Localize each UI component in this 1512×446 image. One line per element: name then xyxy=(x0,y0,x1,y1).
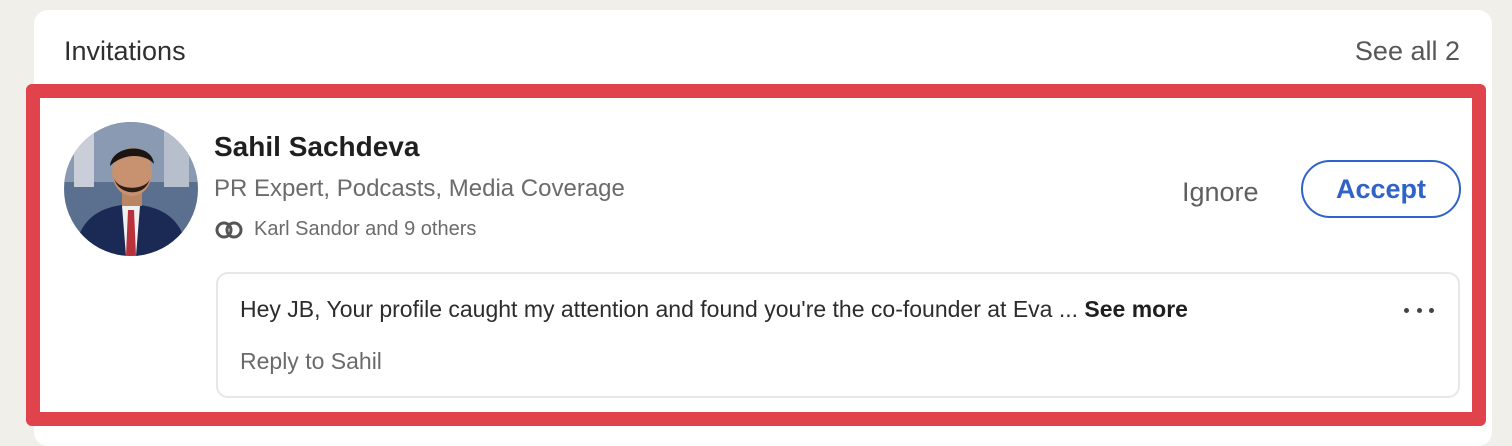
invitations-title: Invitations xyxy=(64,36,186,66)
see-all-invitations-link[interactable]: See all 2 xyxy=(1355,36,1460,67)
highlight-box xyxy=(26,84,1486,426)
